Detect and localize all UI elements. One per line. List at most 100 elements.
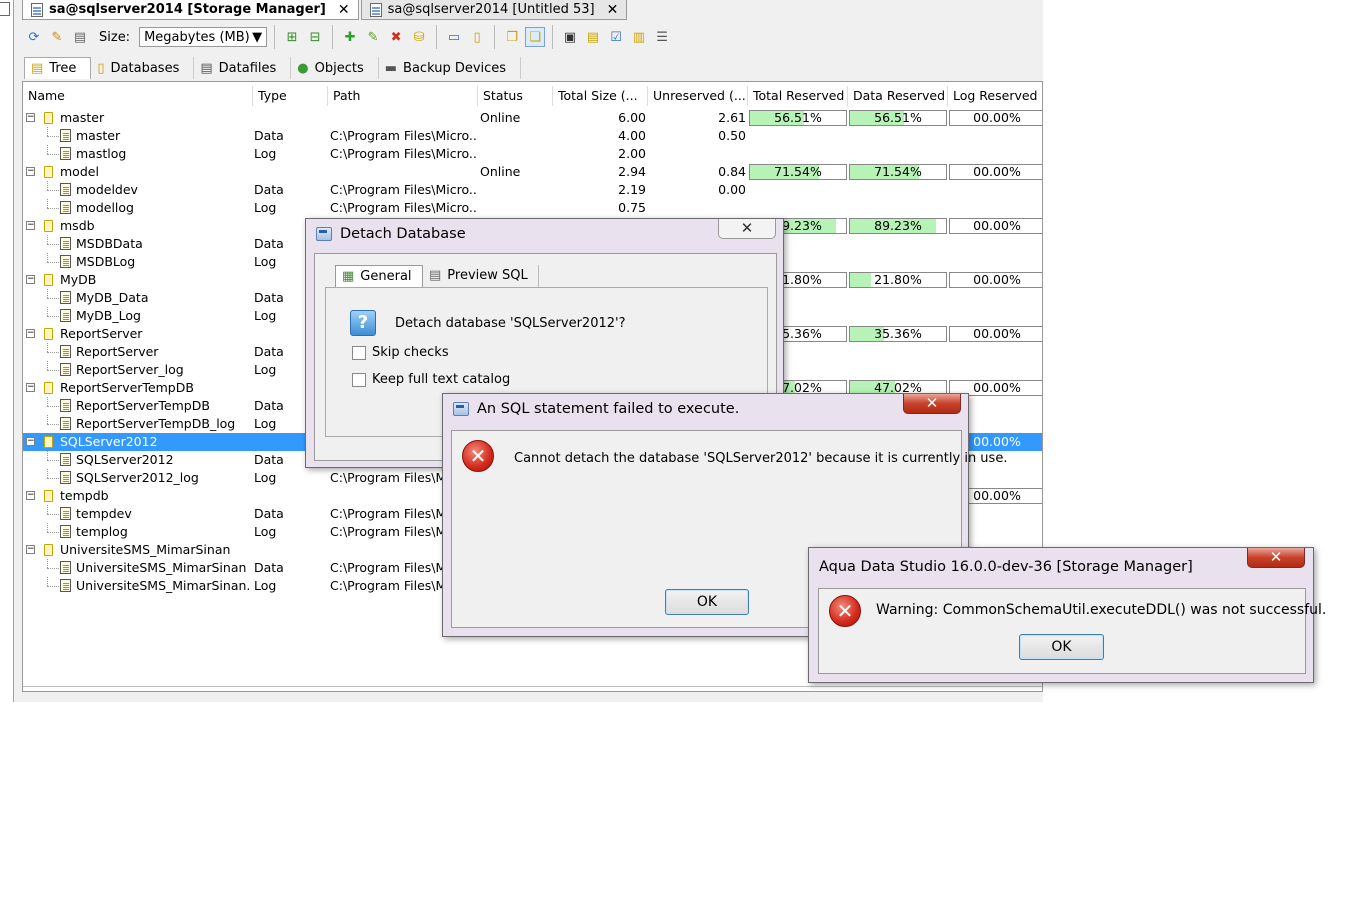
tree-connector	[47, 208, 59, 209]
table-row-file[interactable]: modeldev Data C:\Program Files\Micro... 2.1…	[23, 181, 1042, 199]
collapse-toggle-icon[interactable]: −	[26, 113, 35, 122]
cell-total-size: 0.75	[618, 200, 646, 215]
copy-icon[interactable]: ❐	[502, 27, 522, 47]
tree-connector	[47, 532, 59, 533]
tab-general[interactable]: ▦ General	[335, 265, 423, 287]
column-header-total-reserved[interactable]: Total Reserved	[748, 86, 848, 106]
backup-device-icon: ▬	[384, 60, 398, 76]
column-header-type[interactable]: Type	[253, 86, 328, 106]
tab-backup-devices[interactable]: ▬ Backup Devices	[379, 57, 522, 79]
cell-path: C:\Program Files\Micro...	[330, 128, 476, 143]
cell-unreserved: 0.50	[718, 128, 746, 143]
cell-name: msdb	[60, 218, 95, 233]
column-header-data-reserved[interactable]: Data Reserved	[848, 86, 948, 106]
document-tabs: sa@sqlserver2014 [Storage Manager] ✕ sa@…	[22, 0, 629, 20]
add-icon[interactable]: ✚	[340, 27, 360, 47]
list-icon[interactable]: ☰	[652, 27, 672, 47]
table-bottom-border	[23, 686, 1042, 687]
column-header-unreserved[interactable]: Unreserved (...	[648, 86, 748, 106]
database-icon	[44, 436, 53, 448]
attach-icon[interactable]: ▭	[444, 27, 464, 47]
refresh-icon[interactable]: ⟳	[24, 27, 44, 47]
tree-connector	[47, 127, 48, 136]
restore-icon[interactable]: ▤	[583, 27, 603, 47]
collapse-toggle-icon[interactable]: −	[26, 545, 35, 554]
column-header-total-size[interactable]: Total Size (...	[553, 86, 648, 106]
table-row-database[interactable]: − model Online 2.94 0.84 71.54% 71.54% 00.00%	[23, 163, 1042, 181]
column-header-path[interactable]: Path	[328, 86, 478, 106]
backup-icon[interactable]: ▣	[560, 27, 580, 47]
cell-type	[254, 541, 324, 559]
collapse-toggle-icon[interactable]: −	[26, 329, 35, 338]
table-row-file[interactable]: master Data C:\Program Files\Micro... 4.00 0…	[23, 127, 1042, 145]
size-label: Size:	[99, 29, 131, 45]
tab-databases[interactable]: ▯ Databases	[91, 57, 195, 79]
collapse-toggle-icon[interactable]: −	[26, 383, 35, 392]
expand-all-icon[interactable]: ⊞	[282, 27, 302, 47]
cell-status: Online	[480, 164, 521, 179]
dialog-title-bar: Detach Database	[306, 219, 783, 249]
column-header-status[interactable]: Status	[478, 86, 553, 106]
collapse-toggle-icon[interactable]: −	[26, 221, 35, 230]
wand-icon[interactable]: ✎	[47, 27, 67, 47]
tab-datafiles[interactable]: ▤ Datafiles	[194, 57, 292, 79]
column-header-name[interactable]: Name	[23, 86, 253, 106]
delete-icon[interactable]: ✖	[386, 27, 406, 47]
close-button[interactable]: ✕	[718, 219, 776, 239]
table-row-file[interactable]: modellog Log C:\Program Files\Micro... 0.75	[23, 199, 1042, 217]
table-row-database[interactable]: − master Online 6.00 2.61 56.51% 56.51% 00.00%	[23, 109, 1042, 127]
keep-catalog-label: Keep full text catalog	[372, 372, 511, 387]
properties-icon[interactable]: ▤	[70, 27, 90, 47]
table-row-file[interactable]: mastlog Log C:\Program Files\Micro... 2.00	[23, 145, 1042, 163]
close-button[interactable]: ✕	[903, 394, 961, 414]
size-select[interactable]: Megabytes (MB) ▼	[139, 27, 268, 47]
collapse-all-icon[interactable]: ⊟	[305, 27, 325, 47]
ok-button[interactable]: OK	[665, 589, 749, 615]
datafile-icon	[60, 255, 71, 268]
doc-tab-untitled[interactable]: sa@sqlserver2014 [Untitled 53] ✕	[360, 0, 628, 20]
ok-button[interactable]: OK	[1019, 634, 1104, 660]
cell-path: C:\Program Files\Micro...	[330, 182, 476, 197]
check-icon[interactable]: ☑	[606, 27, 626, 47]
percent-text: 00.00%	[973, 326, 1021, 341]
tab-tree[interactable]: ▤ Tree	[24, 57, 92, 79]
tree-connector	[47, 415, 48, 424]
datafile-icon	[60, 345, 71, 358]
detach-icon[interactable]: ▯	[467, 27, 487, 47]
skip-checks-checkbox[interactable]	[352, 346, 366, 360]
collapse-toggle-icon[interactable]: −	[26, 437, 35, 446]
close-button[interactable]: ✕	[1247, 548, 1305, 568]
dialog-title: An SQL statement failed to execute.	[477, 401, 740, 417]
close-icon[interactable]: ✕	[607, 2, 619, 18]
cell-data-reserved: 89.23%	[849, 218, 947, 234]
percent-text: 56.51%	[874, 110, 922, 125]
cell-type: Data	[254, 128, 284, 143]
collapse-toggle-icon[interactable]: −	[26, 491, 35, 500]
datafile-icon	[60, 183, 71, 196]
cell-name: model	[60, 164, 99, 179]
datafile-icon	[60, 453, 71, 466]
warning-dialog: Aqua Data Studio 16.0.0-dev-36 [Storage …	[808, 547, 1326, 683]
database-icon[interactable]: ⛁	[409, 27, 429, 47]
cell-type: Log	[254, 470, 277, 485]
edit-icon[interactable]: ✎	[363, 27, 383, 47]
cell-name: SQLServer2012	[60, 434, 158, 449]
database-icon	[44, 490, 53, 502]
datafile-icon	[60, 471, 71, 484]
cell-type	[254, 109, 324, 127]
column-header-log-reserved[interactable]: Log Reserved	[948, 86, 1042, 106]
tab-objects[interactable]: ● Objects	[291, 57, 379, 79]
collapse-toggle-icon[interactable]: −	[26, 167, 35, 176]
tree-connector	[47, 568, 59, 569]
shrink-icon[interactable]: ▥	[629, 27, 649, 47]
cell-name: ReportServerTempDB	[60, 380, 194, 395]
general-icon: ▦	[342, 268, 355, 284]
doc-tab-storage-manager[interactable]: sa@sqlserver2014 [Storage Manager] ✕	[22, 0, 359, 20]
dialog-title-bar: Aqua Data Studio 16.0.0-dev-36 [Storage …	[809, 552, 1313, 582]
collapse-toggle-icon[interactable]: −	[26, 275, 35, 284]
cell-total-size: 4.00	[618, 128, 646, 143]
tab-preview-sql[interactable]: ▤ Preview SQL	[423, 265, 539, 287]
close-icon[interactable]: ✕	[338, 2, 350, 18]
toggle-view-icon[interactable]: ❏	[525, 27, 546, 47]
keep-catalog-checkbox[interactable]	[352, 373, 366, 387]
